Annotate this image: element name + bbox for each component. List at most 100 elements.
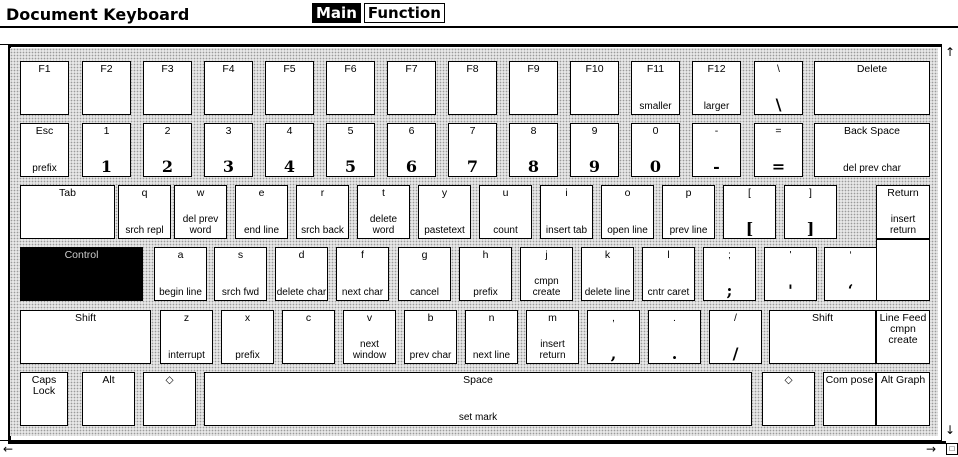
key-f2[interactable]: F2 — [82, 61, 131, 115]
key-top-label: 2 — [164, 125, 171, 137]
key-bottom-label: 4 — [283, 157, 296, 176]
key-f9[interactable]: F9 — [509, 61, 558, 115]
key-period[interactable]: .. — [648, 310, 701, 364]
title-bar: Document Keyboard Main Function — [0, 0, 958, 28]
key-f[interactable]: f next char — [336, 247, 389, 301]
key-top-label: [ — [748, 187, 751, 199]
key-f7[interactable]: F7 — [387, 61, 436, 115]
key-diamond-right[interactable]: ◇ — [762, 372, 815, 426]
key-shift-left[interactable]: Shift — [20, 310, 151, 364]
key-f11[interactable]: F11 smaller — [631, 61, 680, 115]
scroll-down-icon[interactable]: ↓ — [945, 424, 955, 436]
key-4[interactable]: 44 — [265, 123, 314, 177]
key-space[interactable]: Space set mark — [204, 372, 752, 426]
key-n[interactable]: n next line — [465, 310, 518, 364]
key-h[interactable]: h prefix — [459, 247, 512, 301]
key-control[interactable]: Control — [20, 247, 143, 301]
key-return-ext[interactable] — [876, 239, 930, 301]
key-bottom-label: prev char — [409, 350, 452, 361]
key-bottom-label: ] — [806, 219, 815, 238]
key-3[interactable]: 33 — [204, 123, 253, 177]
key-m[interactable]: m insert return — [526, 310, 579, 364]
key-bottom-label: prev line — [669, 225, 708, 236]
key-rbracket[interactable]: ]] — [784, 185, 837, 239]
key-j[interactable]: j cmpn create — [520, 247, 573, 301]
key-top-label: F9 — [527, 63, 540, 75]
key-top-label: Control — [64, 249, 99, 261]
key-u[interactable]: u count — [479, 185, 532, 239]
key-f3[interactable]: F3 — [143, 61, 192, 115]
key-bottom-label: ; — [726, 281, 733, 300]
key-8[interactable]: 88 — [509, 123, 558, 177]
key-compose[interactable]: Com pose — [823, 372, 876, 426]
key-p[interactable]: p prev line — [662, 185, 715, 239]
key-top-label: = — [775, 125, 782, 137]
key-o[interactable]: o open line — [601, 185, 654, 239]
key-l[interactable]: l cntr caret — [642, 247, 695, 301]
key-capslock[interactable]: Caps Lock — [20, 372, 68, 426]
key-tab[interactable]: Tab — [20, 185, 115, 239]
key-diamond-left[interactable]: ◇ — [143, 372, 196, 426]
key-v[interactable]: v next window — [343, 310, 396, 364]
key-quote[interactable]: ' ' — [764, 247, 817, 301]
key-lbracket[interactable]: [[ — [723, 185, 776, 239]
key-g[interactable]: g cancel — [398, 247, 451, 301]
key-f5[interactable]: F5 — [265, 61, 314, 115]
scroll-right-icon[interactable]: → — [926, 443, 936, 455]
key-top-label: h — [482, 249, 489, 261]
key-backspace[interactable]: Back Space del prev char — [814, 123, 930, 177]
key-equals[interactable]: = = — [754, 123, 803, 177]
key-return[interactable]: Return insert return — [876, 185, 930, 239]
resize-corner-icon[interactable]: □ — [946, 443, 958, 455]
key-comma[interactable]: ,, — [587, 310, 640, 364]
key-k[interactable]: k delete line — [581, 247, 634, 301]
key-linefeed[interactable]: Line Feed cmpn create — [876, 310, 930, 364]
key-altgraph[interactable]: Alt Graph — [876, 372, 930, 426]
key-f12[interactable]: F12 larger — [692, 61, 741, 115]
key-f4[interactable]: F4 — [204, 61, 253, 115]
key-f6[interactable]: F6 — [326, 61, 375, 115]
key-bottom-label: 1 — [100, 157, 113, 176]
key-t[interactable]: t delete word — [357, 185, 410, 239]
key-f8[interactable]: F8 — [448, 61, 497, 115]
key-i[interactable]: i insert tab — [540, 185, 593, 239]
key-9[interactable]: 99 — [570, 123, 619, 177]
horizontal-scrollbar[interactable]: ← → — [0, 440, 941, 457]
key-backslash[interactable]: \ \ — [754, 61, 803, 115]
key-w[interactable]: w del prev word — [174, 185, 227, 239]
key-q[interactable]: q srch repl — [118, 185, 171, 239]
scroll-up-icon[interactable]: ↑ — [945, 46, 955, 58]
key-bottom-label: cntr caret — [647, 287, 690, 298]
key-top-label: F6 — [344, 63, 357, 75]
key-2[interactable]: 22 — [143, 123, 192, 177]
key-d[interactable]: d delete char — [275, 247, 328, 301]
key-backquote[interactable]: ‘‘ — [824, 247, 877, 301]
vertical-scrollbar[interactable]: ↑ ↓ — [941, 44, 958, 441]
key-shift-right[interactable]: Shift — [769, 310, 876, 364]
key-6[interactable]: 66 — [387, 123, 436, 177]
key-alt[interactable]: Alt — [82, 372, 135, 426]
key-c[interactable]: c — [282, 310, 335, 364]
key-f1[interactable]: F1 — [20, 61, 69, 115]
key-x[interactable]: x prefix — [221, 310, 274, 364]
key-minus[interactable]: -- — [692, 123, 741, 177]
scroll-left-icon[interactable]: ← — [3, 443, 13, 455]
key-y[interactable]: y pastetext — [418, 185, 471, 239]
key-0[interactable]: 00 — [631, 123, 680, 177]
key-s[interactable]: s srch fwd — [214, 247, 267, 301]
key-r[interactable]: r srch back — [296, 185, 349, 239]
key-esc[interactable]: Esc prefix — [20, 123, 69, 177]
key-5[interactable]: 55 — [326, 123, 375, 177]
key-delete[interactable]: Delete — [814, 61, 930, 115]
key-a[interactable]: a begin line — [154, 247, 207, 301]
tab-function[interactable]: Function — [363, 3, 445, 23]
key-b[interactable]: b prev char — [404, 310, 457, 364]
key-e[interactable]: e end line — [235, 185, 288, 239]
key-z[interactable]: z interrupt — [160, 310, 213, 364]
key-f10[interactable]: F10 — [570, 61, 619, 115]
key-semicolon[interactable]: ;; — [703, 247, 756, 301]
key-7[interactable]: 77 — [448, 123, 497, 177]
key-slash[interactable]: / / — [709, 310, 762, 364]
tab-main[interactable]: Main — [312, 3, 361, 23]
key-1[interactable]: 11 — [82, 123, 131, 177]
